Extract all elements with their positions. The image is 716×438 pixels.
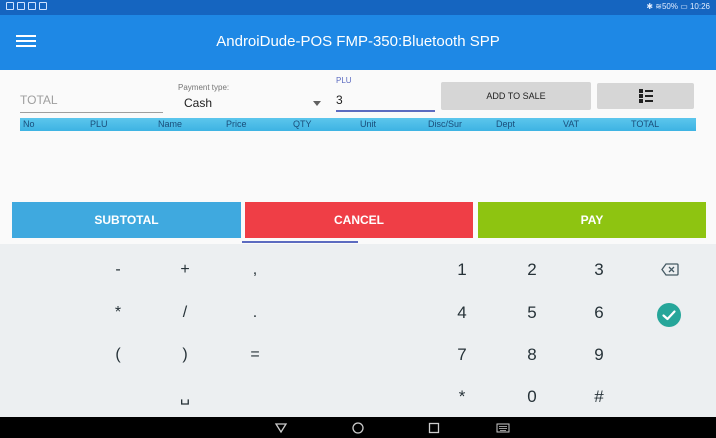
status-right-text: ✱ ≋50% ▭ 10:26 xyxy=(646,2,710,11)
key-9[interactable]: 9 xyxy=(569,335,629,375)
gallery-icon xyxy=(28,2,36,10)
key-plus[interactable]: + xyxy=(155,250,215,290)
backspace-icon[interactable] xyxy=(661,263,679,276)
col-price: Price xyxy=(226,119,247,129)
status-left-icons xyxy=(6,2,47,10)
payment-type-label: Payment type: xyxy=(178,83,230,92)
key-8[interactable]: 8 xyxy=(502,335,562,375)
key-5[interactable]: 5 xyxy=(502,293,562,333)
key-comma[interactable]: , xyxy=(225,250,285,290)
col-qty: QTY xyxy=(293,119,312,129)
home-circle-icon[interactable] xyxy=(350,420,366,436)
pay-button[interactable]: PAY xyxy=(478,202,706,238)
keyboard-icon[interactable] xyxy=(495,420,511,436)
col-vat: VAT xyxy=(563,119,580,129)
plu-input[interactable]: 3 xyxy=(336,90,435,112)
sim-icon xyxy=(6,2,14,10)
key-0[interactable]: 0 xyxy=(502,377,562,417)
list-view-icon xyxy=(639,89,653,103)
sale-form-row: TOTAL Payment type: Cash PLU 3 ADD TO SA… xyxy=(0,70,716,118)
col-unit: Unit xyxy=(360,119,377,129)
pos-screen: ✱ ≋50% ▭ 10:26 AndroiDude-POS FMP-350:Bl… xyxy=(0,0,716,438)
key-asterisk[interactable]: * xyxy=(88,293,148,333)
key-1[interactable]: 1 xyxy=(432,250,492,290)
col-disc-sur: Disc/Sur xyxy=(428,119,463,129)
sale-table-body[interactable] xyxy=(20,131,696,201)
col-total: TOTAL xyxy=(631,119,660,129)
back-triangle-icon[interactable] xyxy=(273,420,289,436)
plu-label: PLU xyxy=(336,76,352,85)
key-period[interactable]: . xyxy=(225,293,285,333)
col-no: No xyxy=(23,119,35,129)
upload-icon xyxy=(39,2,47,10)
key-space[interactable]: ␣ xyxy=(155,377,215,417)
payment-type-select[interactable]: Cash xyxy=(184,96,212,110)
key-close-paren[interactable]: ) xyxy=(155,335,215,375)
sale-table-header: No PLU Name Price QTY Unit Disc/Sur Dept… xyxy=(20,118,696,131)
recents-square-icon[interactable] xyxy=(426,420,442,436)
total-field[interactable]: TOTAL xyxy=(20,93,163,113)
key-3[interactable]: 3 xyxy=(569,250,629,290)
dropdown-arrow-icon[interactable] xyxy=(313,101,321,106)
check-circle-icon[interactable] xyxy=(656,302,682,328)
key-star[interactable]: * xyxy=(432,377,492,417)
key-4[interactable]: 4 xyxy=(432,293,492,333)
key-equals[interactable]: = xyxy=(225,335,285,375)
key-7[interactable]: 7 xyxy=(432,335,492,375)
add-to-sale-button[interactable]: ADD TO SALE xyxy=(441,82,591,110)
cancel-button[interactable]: CANCEL xyxy=(245,202,473,238)
list-view-button[interactable] xyxy=(597,83,694,109)
subtotal-button[interactable]: SUBTOTAL xyxy=(12,202,241,238)
key-6[interactable]: 6 xyxy=(569,293,629,333)
key-hash[interactable]: # xyxy=(569,377,629,417)
col-name: Name xyxy=(158,119,183,129)
app-title: AndroiDude-POS FMP-350:Bluetooth SPP xyxy=(216,33,500,50)
app-bar: AndroiDude-POS FMP-350:Bluetooth SPP xyxy=(0,15,716,70)
col-dept: Dept xyxy=(496,119,516,129)
col-plu: PLU xyxy=(90,119,108,129)
cloud-icon xyxy=(17,2,25,10)
status-bar: ✱ ≋50% ▭ 10:26 xyxy=(0,0,716,15)
android-nav-bar xyxy=(0,417,716,438)
focus-indicator xyxy=(242,241,358,243)
key-slash[interactable]: / xyxy=(155,293,215,333)
key-2[interactable]: 2 xyxy=(502,250,562,290)
key-open-paren[interactable]: ( xyxy=(88,335,148,375)
key-minus[interactable]: - xyxy=(88,250,148,290)
numeric-keyboard: - + , * / . ( ) = ␣ 1 2 3 4 5 6 7 8 9 * … xyxy=(0,244,716,417)
